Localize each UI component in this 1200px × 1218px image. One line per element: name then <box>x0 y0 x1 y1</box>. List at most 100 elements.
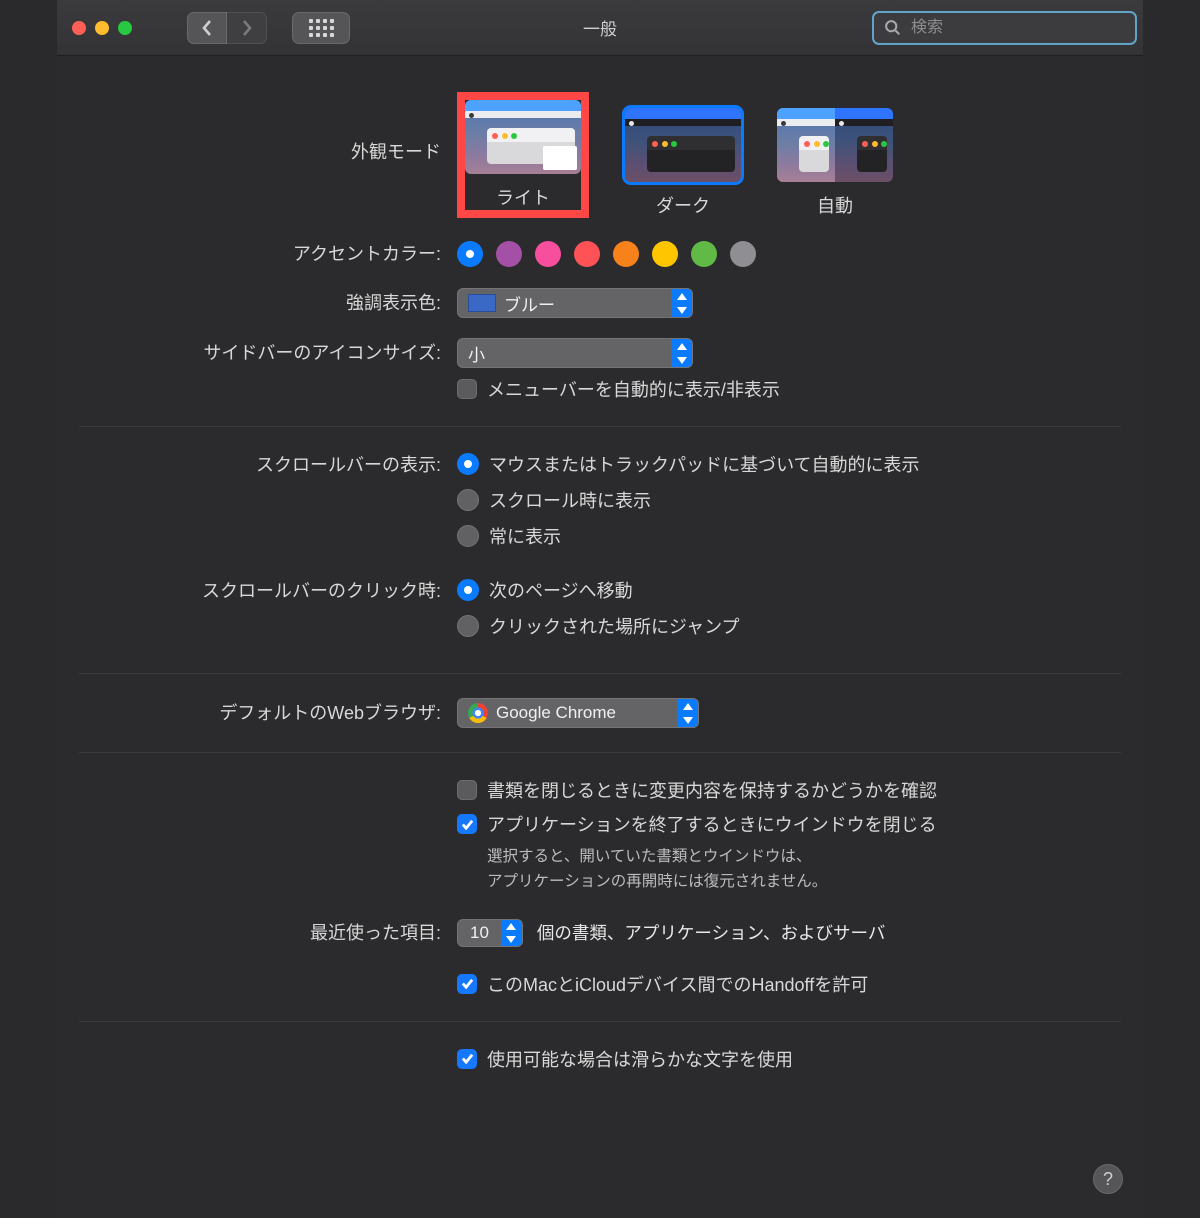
row-close-docs: 書類を閉じるときに変更内容を保持するかどうかを確認 アプリケーションを終了すると… <box>79 777 1121 895</box>
window-title: 一般 <box>583 15 617 40</box>
toolbar: 一般 <box>57 0 1143 56</box>
accent-color-2[interactable] <box>535 241 561 267</box>
scroll-click-option-page[interactable]: 次のページへ移動 <box>457 577 1121 603</box>
scrollbars-option-auto[interactable]: マウスまたはトラックパッドに基づいて自動的に表示 <box>457 451 1121 477</box>
chevron-right-icon <box>241 19 253 37</box>
separator <box>79 752 1121 753</box>
sidebar-icon-dropdown[interactable]: 小 <box>457 338 693 368</box>
handoff-label: このMacとiCloudデバイス間でのHandoffを許可 <box>487 971 868 997</box>
content: 外観モード ライト <box>57 56 1143 1132</box>
accent-color-4[interactable] <box>613 241 639 267</box>
scrollbars-option-scrolling[interactable]: スクロール時に表示 <box>457 487 1121 513</box>
appearance-dark-label: ダーク <box>656 192 710 218</box>
search-input[interactable] <box>909 18 1125 38</box>
appearance-light-label: ライト <box>496 184 550 210</box>
highlight-swatch-icon <box>468 294 496 312</box>
appearance-auto-label: 自動 <box>817 192 853 218</box>
radio-dot <box>457 525 479 547</box>
stepper-icon <box>501 920 522 946</box>
chrome-icon <box>468 703 488 723</box>
accent-color-7[interactable] <box>730 241 756 267</box>
browser-label: デフォルトのWebブラウザ: <box>79 699 457 727</box>
row-handoff: このMacとiCloudデバイス間でのHandoffを許可 <box>79 971 1121 997</box>
row-recent: 最近使った項目: 10 個の書類、アプリケーション、およびサーバ <box>79 919 1121 947</box>
close-window-icon[interactable] <box>72 21 86 35</box>
browser-value: Google Chrome <box>496 703 616 723</box>
handoff-checkbox[interactable]: このMacとiCloudデバイス間でのHandoffを許可 <box>457 971 1121 997</box>
checkbox-box <box>457 814 477 834</box>
radio-dot <box>457 453 479 475</box>
appearance-option-light[interactable] <box>465 100 581 174</box>
accent-color-3[interactable] <box>574 241 600 267</box>
nav-buttons <box>187 12 267 44</box>
row-accent: アクセントカラー: <box>79 240 1121 268</box>
appearance-label: 外観モード <box>79 92 457 166</box>
checkbox-box <box>457 974 477 994</box>
minimize-window-icon[interactable] <box>95 21 109 35</box>
ask-changes-checkbox[interactable]: 書類を閉じるときに変更内容を保持するかどうかを確認 <box>457 777 1121 803</box>
accent-color-5[interactable] <box>652 241 678 267</box>
accent-color-1[interactable] <box>496 241 522 267</box>
row-menubar-autohide: メニューバーを自動的に表示/非表示 <box>79 376 1121 402</box>
accent-color-6[interactable] <box>691 241 717 267</box>
row-sidebar-icon: サイドバーのアイコンサイズ: 小 <box>79 338 1121 368</box>
chevron-left-icon <box>201 19 213 37</box>
dropdown-stepper-icon <box>671 289 692 317</box>
sidebar-icon-value: 小 <box>468 341 485 366</box>
help-button[interactable]: ? <box>1093 1164 1123 1194</box>
highlight-dropdown[interactable]: ブルー <box>457 288 693 318</box>
radio-dot <box>457 489 479 511</box>
row-scrollbars: スクロールバーの表示: マウスまたはトラックパッドに基づいて自動的に表示 スクロ… <box>79 451 1121 559</box>
highlight-value: ブルー <box>504 291 555 316</box>
scroll-click-label: スクロールバーのクリック時: <box>79 577 457 605</box>
ask-changes-label: 書類を閉じるときに変更内容を保持するかどうかを確認 <box>487 777 937 803</box>
appearance-option-dark[interactable] <box>625 108 741 182</box>
close-windows-checkbox[interactable]: アプリケーションを終了するときにウインドウを閉じる <box>457 811 1121 837</box>
accent-label: アクセントカラー: <box>79 240 457 268</box>
search-field[interactable] <box>872 11 1137 45</box>
radio-dot <box>457 579 479 601</box>
accent-color-list <box>457 241 1121 267</box>
close-windows-note: 選択すると、開いていた書類とウインドウは、 アプリケーションの再開時には復元され… <box>487 845 1121 895</box>
checkbox-box <box>457 1049 477 1069</box>
accent-color-0[interactable] <box>457 241 483 267</box>
font-smoothing-checkbox[interactable]: 使用可能な場合は滑らかな文字を使用 <box>457 1046 1121 1072</box>
recent-stepper[interactable]: 10 <box>457 919 523 947</box>
window-controls <box>72 21 132 35</box>
grid-icon <box>309 19 334 37</box>
scrollbars-option-always[interactable]: 常に表示 <box>457 523 1121 549</box>
default-browser-dropdown[interactable]: Google Chrome <box>457 698 699 728</box>
row-smoothing: 使用可能な場合は滑らかな文字を使用 <box>79 1046 1121 1072</box>
preferences-window: 一般 外観モード ライト <box>57 0 1143 1218</box>
highlight-label: 強調表示色: <box>79 289 457 317</box>
appearance-light-highlight: ライト <box>457 92 589 218</box>
zoom-window-icon[interactable] <box>118 21 132 35</box>
forward-button[interactable] <box>227 12 267 44</box>
radio-dot <box>457 615 479 637</box>
recent-value: 10 <box>458 920 501 946</box>
menubar-autohide-checkbox[interactable]: メニューバーを自動的に表示/非表示 <box>457 376 1121 402</box>
dropdown-stepper-icon <box>671 339 692 367</box>
font-smoothing-label: 使用可能な場合は滑らかな文字を使用 <box>487 1046 793 1072</box>
recent-suffix: 個の書類、アプリケーション、およびサーバ <box>537 920 885 945</box>
row-scroll-click: スクロールバーのクリック時: 次のページへ移動 クリックされた場所にジャンプ <box>79 577 1121 649</box>
scroll-click-option-jump[interactable]: クリックされた場所にジャンプ <box>457 613 1121 639</box>
scrollbars-label: スクロールバーの表示: <box>79 451 457 479</box>
search-icon <box>884 19 901 36</box>
separator <box>79 1021 1121 1022</box>
appearance-option-auto[interactable] <box>777 108 893 182</box>
recent-label: 最近使った項目: <box>79 919 457 947</box>
row-appearance: 外観モード ライト <box>79 92 1121 218</box>
appearance-options: ライト ダーク <box>457 92 1121 218</box>
menubar-autohide-label: メニューバーを自動的に表示/非表示 <box>487 376 780 402</box>
close-windows-label: アプリケーションを終了するときにウインドウを閉じる <box>487 811 937 837</box>
dropdown-stepper-icon <box>677 699 698 727</box>
sidebar-icon-label: サイドバーのアイコンサイズ: <box>79 339 457 367</box>
back-button[interactable] <box>187 12 227 44</box>
checkbox-box <box>457 379 477 399</box>
row-highlight: 強調表示色: ブルー <box>79 288 1121 318</box>
separator <box>79 673 1121 674</box>
checkbox-box <box>457 780 477 800</box>
show-all-button[interactable] <box>292 12 350 44</box>
row-browser: デフォルトのWebブラウザ: Google Chrome <box>79 698 1121 728</box>
